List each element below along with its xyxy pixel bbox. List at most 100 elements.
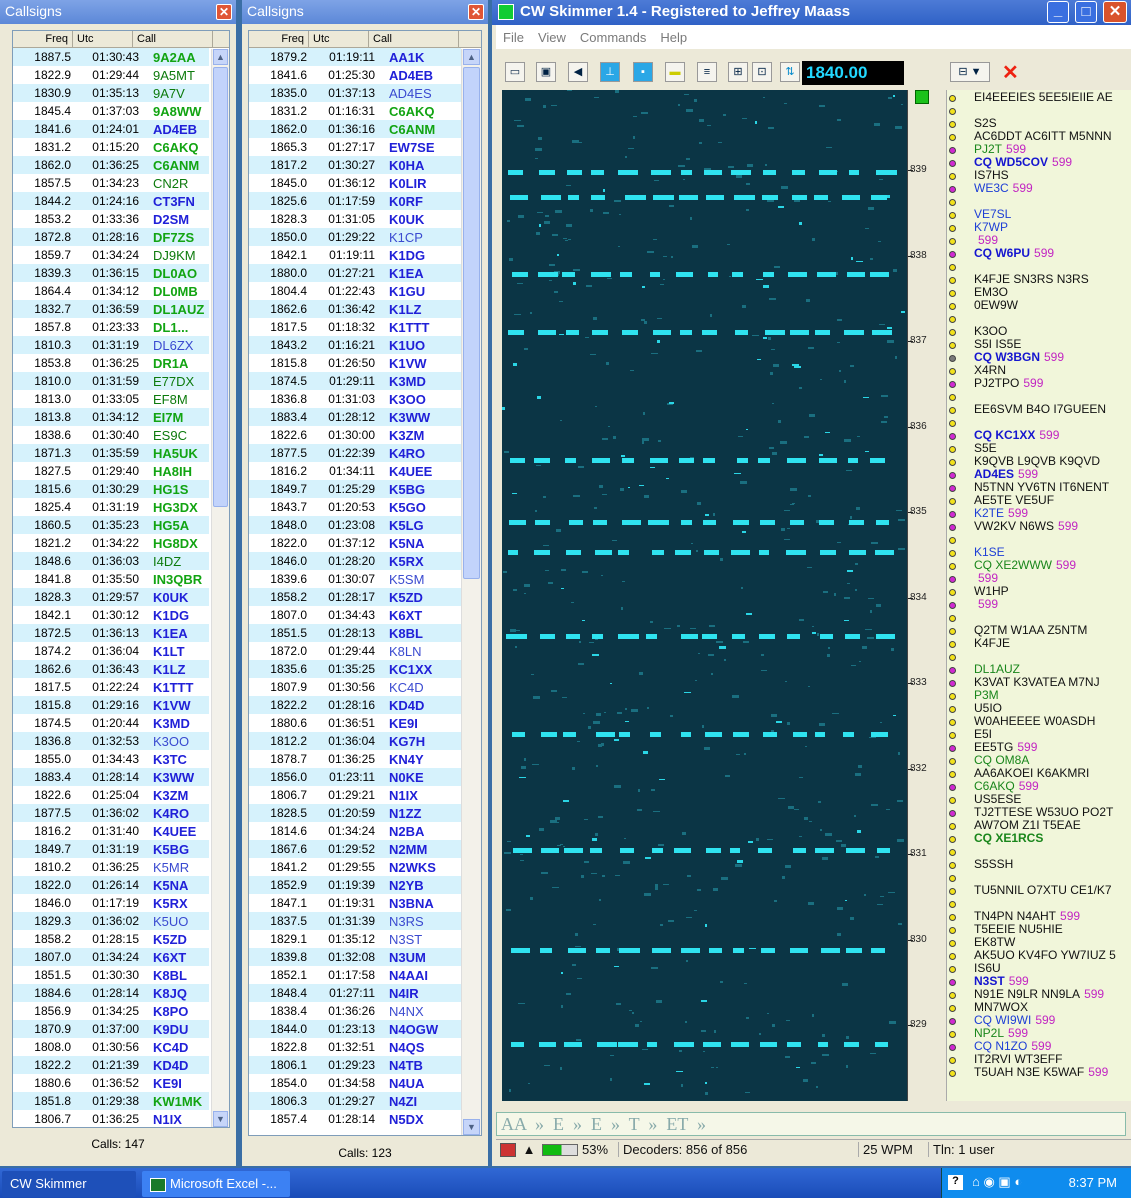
decoded-line[interactable]: VW2KV N6WS 599 [974,519,1078,533]
table-row[interactable]: 1813.0 01:33:05 EF8M [13,390,209,408]
table-row[interactable]: 1822.2 01:21:39 KD4D [13,1056,209,1074]
decoded-line[interactable]: MN7WOX [974,1000,1028,1014]
spot-dot[interactable] [949,823,956,830]
table-row[interactable]: 1814.6 01:34:24 N2BA [249,822,461,840]
table-row[interactable]: 1822.8 01:32:51 N4QS [249,1038,461,1056]
decoded-line[interactable]: TJ2TTESE W53UO PO2T [974,805,1113,819]
table-row[interactable]: 1835.6 01:35:25 KC1XX [249,660,461,678]
save-icon[interactable]: ▪ [633,62,653,82]
spot-dot[interactable] [949,420,956,427]
spot-dot[interactable] [949,342,956,349]
decoded-line[interactable]: 599 [974,597,998,611]
table-row[interactable]: 1829.1 01:35:12 N3ST [249,930,461,948]
scroll-thumb[interactable] [213,67,228,507]
table-row[interactable]: 1836.8 01:32:53 K3OO [13,732,209,750]
decoded-line[interactable]: U5IO [974,701,1002,715]
table-row[interactable]: 1874.5 01:29:11 K3MD [249,372,461,390]
table-row[interactable]: 1815.8 01:29:16 K1VW [13,696,209,714]
table-row[interactable]: 1822.6 01:30:00 K3ZM [249,426,461,444]
table-row[interactable]: 1839.8 01:32:08 N3UM [249,948,461,966]
spot-dot[interactable] [949,992,956,999]
col-utc[interactable]: Utc [309,31,369,47]
help-icon[interactable]: ? [948,1175,963,1190]
waterfall-display[interactable] [502,90,907,1101]
decoded-line[interactable]: K9QVB L9QVB K9QVD [974,454,1100,468]
radio-icon[interactable]: ▭ [505,62,525,82]
swap-icon[interactable]: ⇅ [780,62,800,82]
decoded-line[interactable]: 599 [974,233,998,247]
decoded-line[interactable]: US5ESE [974,792,1021,806]
table-row[interactable]: 1806.7 01:36:25 N1IX [13,1110,209,1127]
table-row[interactable]: 1836.8 01:31:03 K3OO [249,390,461,408]
table-row[interactable]: 1806.7 01:29:21 N1IX [249,786,461,804]
decoded-line[interactable]: AC6DDT AC6ITT M5NNN [974,129,1112,143]
decoded-line[interactable]: CQ KC1XX 599 [974,428,1059,442]
table-row[interactable]: 1838.6 01:30:40 ES9C [13,426,209,444]
table-row[interactable]: 1849.7 01:31:19 K5BG [13,840,209,858]
decoded-line[interactable]: CQ W3BGN 599 [974,350,1064,364]
table-row[interactable]: 1851.5 01:28:13 K8BL [249,624,461,642]
table-row[interactable]: 1872.8 01:28:16 DF7ZS [13,228,209,246]
table-row[interactable]: 1883.4 01:28:14 K3WW [13,768,209,786]
spot-dot[interactable] [949,628,956,635]
decoded-line[interactable]: CQ XE1RCS [974,831,1043,845]
spot-dot[interactable] [949,446,956,453]
decoded-line[interactable]: TN4PN N4AHT 599 [974,909,1080,923]
col-freq[interactable]: Freq [13,31,73,47]
spot-dot[interactable] [949,212,956,219]
decoded-line[interactable]: EK8TW [974,935,1015,949]
spot-dot[interactable] [949,537,956,544]
table-row[interactable]: 1810.3 01:31:19 DL6ZX [13,336,209,354]
decoded-line[interactable]: K3OO [974,324,1007,338]
table-row[interactable]: 1825.6 01:17:59 K0RF [249,192,461,210]
decoded-line[interactable]: DL1AUZ [974,662,1020,676]
spot-dot[interactable] [949,771,956,778]
table-row[interactable]: 1841.8 01:35:50 IN3QBR [13,570,209,588]
table-row[interactable]: 1854.0 01:34:58 N4UA [249,1074,461,1092]
spot-dot[interactable] [949,394,956,401]
table-row[interactable]: 1887.5 01:30:43 9A2AA [13,48,209,66]
spot-dot[interactable] [949,615,956,622]
spot-dot[interactable] [949,654,956,661]
table-row[interactable]: 1848.4 01:27:11 N4IR [249,984,461,1002]
spot-dot[interactable] [949,862,956,869]
spot-dot[interactable] [949,641,956,648]
spot-dot[interactable] [949,134,956,141]
table-row[interactable]: 1815.6 01:30:29 HG1S [13,480,209,498]
spot-dot[interactable] [949,316,956,323]
table-row[interactable]: 1806.1 01:29:23 N4TB [249,1056,461,1074]
table-row[interactable]: 1845.4 01:37:03 9A8WW [13,102,209,120]
decoded-line[interactable]: CQ XE2WWW 599 [974,558,1076,572]
decoded-line[interactable]: S5I IS5E [974,337,1021,351]
spot-dot[interactable] [949,511,956,518]
spot-dot[interactable] [949,121,956,128]
table-row[interactable]: 1862.0 01:36:25 C6ANM [13,156,209,174]
table-row[interactable]: 1843.2 01:16:21 K1UO [249,336,461,354]
spot-dot[interactable] [949,303,956,310]
spot-dot[interactable] [949,524,956,531]
minimize-icon[interactable]: _ [1047,1,1069,23]
table-row[interactable]: 1853.8 01:36:25 DR1A [13,354,209,372]
table-row[interactable]: 1817.5 01:22:24 K1TTT [13,678,209,696]
decoded-line[interactable]: WE3C 599 [974,181,1033,195]
table-row[interactable]: 1867.6 01:29:52 N2MM [249,840,461,858]
table-row[interactable]: 1807.0 01:34:43 K6XT [249,606,461,624]
table-row[interactable]: 1859.7 01:34:24 DJ9KM [13,246,209,264]
table-row[interactable]: 1865.3 01:27:17 EW7SE [249,138,461,156]
table-row[interactable]: 1837.5 01:31:39 N3RS [249,912,461,930]
table-row[interactable]: 1817.5 01:18:32 K1TTT [249,318,461,336]
table-row[interactable]: 1879.2 01:19:11 AA1K [249,48,461,66]
table-row[interactable]: 1828.3 01:29:57 K0UK [13,588,209,606]
scroll-down-icon[interactable]: ▼ [213,1111,228,1127]
decoded-line[interactable]: CQ N1ZO 599 [974,1039,1051,1053]
table-row[interactable]: 1849.7 01:25:29 K5BG [249,480,461,498]
scale-marker[interactable] [915,90,929,104]
scroll-thumb[interactable] [463,67,480,579]
table-row[interactable]: 1812.2 01:36:04 KG7H [249,732,461,750]
decoded-line[interactable]: AA6AKOEI K6AKMRI [974,766,1089,780]
decoded-line[interactable]: T5UAH N3E K5WAF 599 [974,1065,1108,1079]
decoded-line[interactable]: 599 [974,571,998,585]
table-row[interactable]: 1848.0 01:23:08 K5LG [249,516,461,534]
spot-dot[interactable] [949,355,956,362]
col-utc[interactable]: Utc [73,31,133,47]
